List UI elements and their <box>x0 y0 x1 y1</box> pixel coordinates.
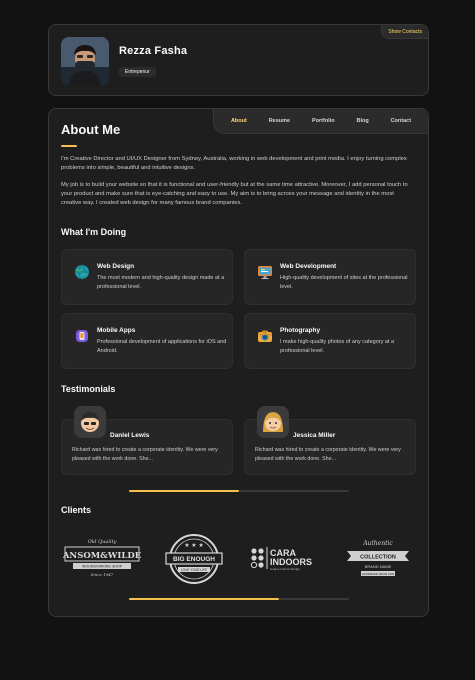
nav-blog[interactable]: Blog <box>356 118 368 124</box>
testimonial-name: Daniel Lewis <box>110 432 150 439</box>
nav-portfolio[interactable]: Portfolio <box>312 118 335 124</box>
service-card-web-design: Web Design The most modern and high-qual… <box>61 249 233 305</box>
page-title: About Me <box>61 122 121 137</box>
svg-text:INDOORS: INDOORS <box>270 557 312 567</box>
page: Rezza Fasha Entrepenur Show Contacts Abo… <box>0 0 475 680</box>
svg-text:Unique Interior Design: Unique Interior Design <box>270 567 300 571</box>
profile-name: Rezza Fasha <box>119 45 188 57</box>
mobile-app-icon <box>76 330 88 342</box>
svg-text:WOODWORKING SHOP: WOODWORKING SHOP <box>82 565 123 569</box>
avatar <box>257 406 289 438</box>
avatar <box>61 37 109 85</box>
svg-text:Authentic: Authentic <box>362 540 393 547</box>
section-title-testimonials: Testimonials <box>61 384 116 394</box>
show-contacts-button[interactable]: Show Contacts <box>381 25 428 39</box>
service-text: High-quality development of sites at the… <box>280 275 408 290</box>
nav-resume[interactable]: Resume <box>269 118 290 124</box>
service-text: Professional development of applications… <box>97 339 227 354</box>
profile-role-badge: Entrepenur <box>119 67 156 77</box>
about-panel: About Resume Portfolio Blog Contact Abou… <box>48 108 429 617</box>
nav-about[interactable]: About <box>231 118 247 124</box>
testimonial-text: Richard was hired to create a corporate … <box>255 447 401 462</box>
client-logo-cara-indoors[interactable]: CARA INDOORS Unique Interior Design <box>245 529 323 589</box>
service-title: Web Development <box>280 263 337 270</box>
svg-text:Old Quality: Old Quality <box>88 539 117 545</box>
service-title: Web Design <box>97 263 135 270</box>
title-underline <box>61 145 77 147</box>
testimonial-card-daniel[interactable]: Daniel Lewis Richard was hired to create… <box>61 406 233 475</box>
service-card-web-development: Web Development High-quality development… <box>244 249 416 305</box>
service-title: Photography <box>280 327 321 334</box>
testimonials-scrollbar[interactable] <box>129 490 349 492</box>
svg-text:★ ★ ★: ★ ★ ★ <box>184 542 203 549</box>
section-title-doing: What I'm Doing <box>61 227 127 237</box>
testimonial-name: Jessica Miller <box>293 432 336 439</box>
svg-text:Since 1947: Since 1947 <box>91 572 114 577</box>
client-logo-ransom-wilder[interactable]: Old Quality RANSOM&WILDER WOODWORKING SH… <box>56 529 149 589</box>
navbar: About Resume Portfolio Blog Contact <box>213 109 428 134</box>
profile-sidebar: Rezza Fasha Entrepenur Show Contacts <box>48 24 429 96</box>
service-text: I make high-quality photos of any catego… <box>280 339 395 354</box>
about-paragraph-1: I'm Creative Director and UI/UX Designer… <box>61 156 407 171</box>
nav-contact[interactable]: Contact <box>391 118 411 124</box>
service-title: Mobile Apps <box>97 327 136 334</box>
about-paragraph-2: My job is to build your website so that … <box>61 182 408 206</box>
testimonial-text: Richard was hired to create a corporate … <box>72 447 218 462</box>
testimonial-card-jessica[interactable]: Jessica Miller Richard was hired to crea… <box>244 406 416 475</box>
svg-text:BRAND NAME: BRAND NAME <box>365 564 392 569</box>
scrollbar-thumb[interactable] <box>129 598 279 600</box>
globe-icon <box>75 264 89 280</box>
service-card-mobile-apps: Mobile Apps Professional development of … <box>61 313 233 369</box>
camera-icon <box>258 330 272 342</box>
client-logo-big-enough[interactable]: BIG ENOUGH LOVE YOUR LIFE ★ ★ ★ <box>161 529 227 589</box>
svg-text:BIG ENOUGH: BIG ENOUGH <box>173 556 215 563</box>
scrollbar-thumb[interactable] <box>129 490 239 492</box>
avatar <box>74 406 106 438</box>
monitor-icon <box>258 266 272 279</box>
service-card-photography: Photography I make high-quality photos o… <box>244 313 416 369</box>
service-text: The most modern and high-quality design … <box>97 275 225 290</box>
svg-text:RANSOM&WILDER: RANSOM&WILDER <box>63 551 141 561</box>
svg-text:COLLECTION: COLLECTION <box>360 555 396 561</box>
clients-scrollbar[interactable] <box>129 598 349 600</box>
svg-text:LOVE YOUR LIFE: LOVE YOUR LIFE <box>181 568 207 572</box>
svg-text:HANDMADE SINCE 1995: HANDMADE SINCE 1995 <box>362 572 395 576</box>
section-title-clients: Clients <box>61 505 92 515</box>
client-logo-authentic-collection[interactable]: Authentic COLLECTION BRAND NAME HANDMADE… <box>339 529 417 589</box>
